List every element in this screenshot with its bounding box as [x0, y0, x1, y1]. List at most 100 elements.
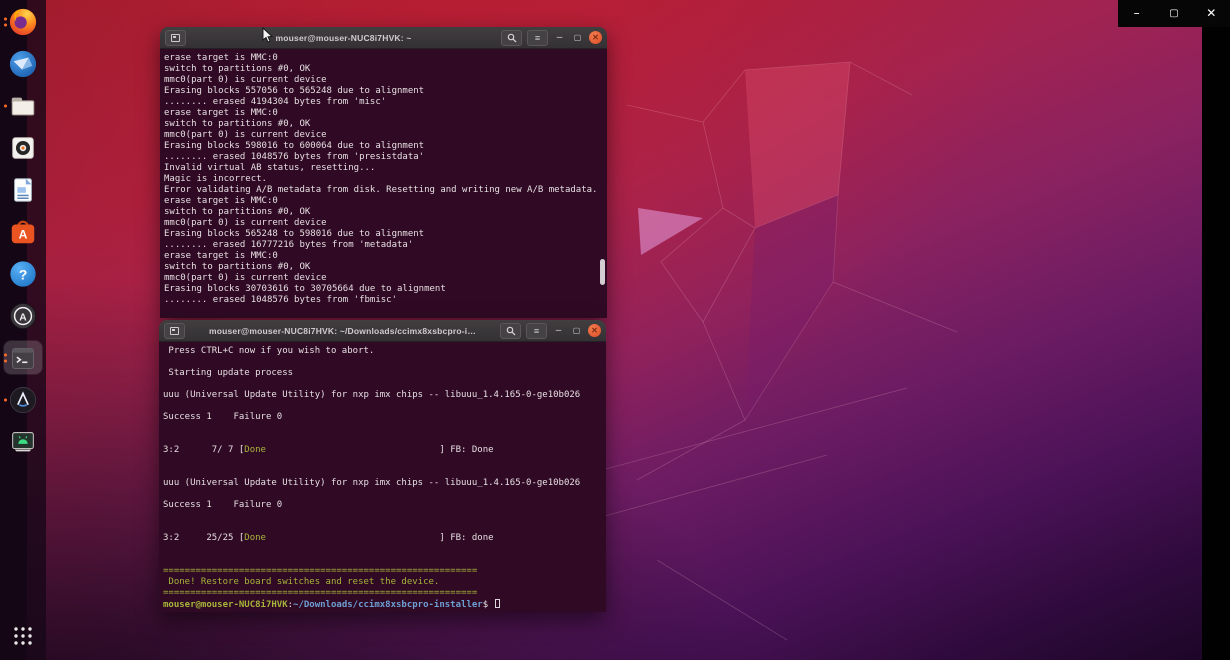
- rhythmbox-icon: [8, 133, 38, 163]
- window-maximize-button[interactable]: ▢: [571, 30, 584, 46]
- terminal-line: Erasing blocks 598016 to 600064 due to a…: [164, 141, 605, 152]
- running-indicator-dots: [4, 104, 7, 107]
- host-maximize-button[interactable]: ▢: [1164, 0, 1184, 27]
- terminal-line: erase target is MMC:0: [164, 108, 605, 119]
- terminal-window-1: mouser@mouser-NUC8i7HVK: ~ ≡ – ▢ ✕ erase…: [160, 27, 607, 318]
- mouse-cursor: [262, 27, 274, 43]
- terminal-line: uuu (Universal Update Utility) for nxp i…: [163, 390, 604, 401]
- screen: – ▢ ✕: [0, 0, 1230, 660]
- android-emulator-icon: [8, 427, 38, 457]
- window-minimize-button[interactable]: –: [553, 30, 566, 46]
- terminal-line: erase target is MMC:0: [164, 251, 605, 262]
- dock-item-terminal[interactable]: [4, 341, 42, 374]
- terminal-line: [163, 357, 604, 368]
- terminal-line: mmc0(part 0) is current device: [164, 273, 605, 284]
- terminal1-scrollbar-thumb[interactable]: [600, 259, 605, 285]
- terminal-line: Success 1 Failure 0: [163, 412, 604, 423]
- dock-item-help[interactable]: ?: [4, 257, 42, 290]
- terminal-line: Starting update process: [163, 368, 604, 379]
- dock-item-firefox[interactable]: [4, 5, 42, 38]
- help-icon: ?: [8, 259, 38, 289]
- host-window-controls: – ▢ ✕: [1118, 0, 1230, 27]
- window-close-button[interactable]: ✕: [588, 324, 601, 337]
- dock: A ? A: [0, 0, 46, 660]
- running-indicator-dots: [4, 398, 7, 401]
- new-tab-icon: [170, 327, 179, 335]
- dock-item-files[interactable]: [4, 89, 42, 122]
- dock-item-libreoffice-writer[interactable]: [4, 173, 42, 206]
- thunderbird-icon: [8, 49, 38, 79]
- terminal-line: switch to partitions #0, OK: [164, 119, 605, 130]
- terminal-line: mmc0(part 0) is current device: [164, 130, 605, 141]
- svg-text:?: ?: [19, 266, 28, 282]
- letterbox-right: [1202, 0, 1230, 660]
- terminal1-headerbar[interactable]: mouser@mouser-NUC8i7HVK: ~ ≡ – ▢ ✕: [160, 27, 607, 49]
- terminal-line: [163, 467, 604, 478]
- window-minimize-button[interactable]: –: [552, 323, 565, 339]
- terminal-line: Erasing blocks 565248 to 598016 due to a…: [164, 229, 605, 240]
- search-icon: [506, 326, 516, 336]
- search-button[interactable]: [501, 30, 522, 46]
- host-minimize-button[interactable]: –: [1127, 0, 1147, 27]
- dock-item-software-updates[interactable]: A: [4, 299, 42, 332]
- terminal-line: 3:2 7/ 7 [Done ] FB: Done: [163, 445, 604, 456]
- new-tab-icon: [171, 34, 180, 42]
- files-folder-icon: [8, 91, 38, 121]
- terminal-line: [163, 423, 604, 434]
- terminal-line: Done! Restore board switches and reset t…: [163, 577, 604, 588]
- terminal-cursor: [495, 599, 500, 608]
- hamburger-menu-icon: ≡: [535, 33, 540, 43]
- dock-item-show-applications[interactable]: [4, 619, 42, 652]
- terminal-icon: [9, 344, 37, 372]
- dock-item-rhythmbox[interactable]: [4, 131, 42, 164]
- terminal-line: [163, 544, 604, 555]
- search-button[interactable]: [500, 323, 521, 339]
- terminal2-title: mouser@mouser-NUC8i7HVK: ~/Downloads/cci…: [190, 326, 495, 336]
- svg-text:A: A: [19, 312, 27, 323]
- terminal-line: Erasing blocks 30703616 to 30705664 due …: [164, 284, 605, 295]
- dock-item-ide[interactable]: [4, 383, 42, 416]
- terminal1-output[interactable]: erase target is MMC:0switch to partition…: [160, 49, 607, 318]
- dock-item-thunderbird[interactable]: [4, 47, 42, 80]
- running-indicator-dots: [4, 17, 7, 26]
- new-tab-button[interactable]: [165, 30, 186, 46]
- terminal-line: Invalid virtual AB status, resetting...: [164, 163, 605, 174]
- terminal-line: [163, 401, 604, 412]
- terminal-line: 3:2 25/25 [Done ] FB: done: [163, 533, 604, 544]
- hamburger-menu-icon: ≡: [534, 326, 539, 336]
- terminal-line: ........ erased 16777216 bytes from 'met…: [164, 240, 605, 251]
- ubuntu-software-icon: A: [8, 217, 38, 247]
- terminal-line: ........ erased 4194304 bytes from 'misc…: [164, 97, 605, 108]
- running-indicator-dots: [4, 353, 7, 362]
- terminal-line: erase target is MMC:0: [164, 53, 605, 64]
- firefox-icon: [8, 7, 38, 37]
- terminal2-output[interactable]: Press CTRL+C now if you wish to abort. S…: [159, 342, 606, 612]
- terminal-window-2: mouser@mouser-NUC8i7HVK: ~/Downloads/cci…: [159, 320, 606, 612]
- terminal-line: switch to partitions #0, OK: [164, 64, 605, 75]
- terminal-line: ========================================…: [163, 588, 604, 599]
- terminal2-headerbar[interactable]: mouser@mouser-NUC8i7HVK: ~/Downloads/cci…: [159, 320, 606, 342]
- terminal-line: [163, 555, 604, 566]
- host-close-button[interactable]: ✕: [1201, 0, 1221, 27]
- dock-item-ubuntu-software[interactable]: A: [4, 215, 42, 248]
- ide-icon: [8, 385, 38, 415]
- terminal-line: erase target is MMC:0: [164, 196, 605, 207]
- terminal-line: [163, 456, 604, 467]
- show-applications-grid-icon: [12, 625, 34, 647]
- new-tab-button[interactable]: [164, 323, 185, 339]
- terminal-line: mmc0(part 0) is current device: [164, 75, 605, 86]
- window-close-button[interactable]: ✕: [589, 31, 602, 44]
- terminal-line: [163, 511, 604, 522]
- menu-button[interactable]: ≡: [526, 323, 547, 339]
- window-maximize-button[interactable]: ▢: [570, 323, 583, 339]
- terminal-line: [163, 379, 604, 390]
- terminal-line: Press CTRL+C now if you wish to abort.: [163, 346, 604, 357]
- terminal-line: Error validating A/B metadata from disk.…: [164, 185, 605, 196]
- menu-button[interactable]: ≡: [527, 30, 548, 46]
- terminal-line: ........ erased 1048576 bytes from 'fbmi…: [164, 295, 605, 306]
- terminal-line: mouser@mouser-NUC8i7HVK:~/Downloads/ccim…: [163, 599, 604, 610]
- software-updates-icon: A: [8, 301, 38, 331]
- terminal1-title: mouser@mouser-NUC8i7HVK: ~: [191, 33, 496, 43]
- terminal-line: Erasing blocks 557056 to 565248 due to a…: [164, 86, 605, 97]
- dock-item-android-emulator[interactable]: [4, 425, 42, 458]
